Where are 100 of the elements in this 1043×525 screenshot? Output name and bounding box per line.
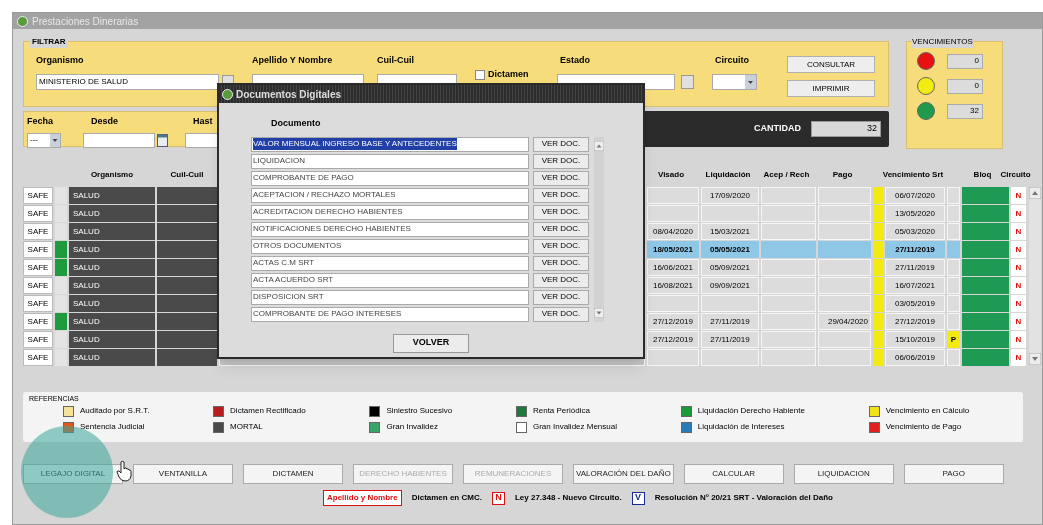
desde-field[interactable]	[83, 132, 155, 148]
document-field[interactable]: ACTA ACUERDO SRT	[251, 272, 529, 288]
document-field[interactable]: OTROS DOCUMENTOS	[251, 238, 529, 254]
document-field[interactable]: ACREDITACION DERECHO HABIENTES	[251, 204, 529, 220]
table-cell: 16/08/2021	[647, 277, 699, 294]
scroll-down-icon[interactable]	[594, 307, 604, 318]
table-cell: SAFE	[23, 349, 53, 366]
filter-action-button[interactable]: IMPRIMIR	[787, 80, 875, 97]
reference-label: Renta Periódica	[532, 405, 590, 417]
reference-label: Gran Invalidez Mensual	[532, 421, 617, 433]
table-cell	[947, 295, 960, 312]
table-cell	[701, 205, 759, 222]
reference-label: MORTAL	[230, 421, 263, 433]
table-cell	[947, 205, 960, 222]
table-cell: SALUD	[69, 241, 155, 258]
estado-label: Estado	[560, 54, 590, 67]
view-document-button[interactable]: VER DOC.	[533, 255, 589, 271]
view-document-button[interactable]: VER DOC.	[533, 204, 589, 220]
table-cell	[761, 259, 816, 276]
table-cell	[818, 331, 871, 348]
table-cell: 17/09/2020	[701, 187, 759, 204]
column-header: Bloq	[973, 169, 992, 181]
dictamen-label: Dictamen	[488, 68, 529, 81]
view-document-button[interactable]: VER DOC.	[533, 153, 589, 169]
organismo-field[interactable]: MINISTERIO DE SALUD	[36, 73, 219, 90]
document-field[interactable]: NOTIFICACIONES DERECHO HABIENTES	[251, 221, 529, 237]
table-cell: 27/12/2019	[647, 313, 699, 330]
calculation-strip	[873, 205, 883, 222]
table-cell: 27/12/2019	[647, 331, 699, 348]
table-cell: SALUD	[69, 349, 155, 366]
fecha-dropdown[interactable]: ---	[27, 132, 61, 148]
view-document-button[interactable]: VER DOC.	[533, 306, 589, 322]
volver-button[interactable]: VOLVER	[393, 333, 469, 353]
column-header: Cuil-Cuil	[170, 169, 204, 181]
table-cell	[157, 295, 217, 312]
status-block	[962, 313, 1009, 330]
document-field[interactable]: VALOR MENSUAL INGRESO BASE Y ANTECEDENTES	[251, 136, 529, 152]
legend-text: Dictamen en CMC.	[411, 492, 482, 504]
action-button[interactable]: LIQUIDACION	[793, 464, 894, 484]
circuito-dropdown[interactable]	[712, 73, 757, 90]
view-document-button[interactable]: VER DOC.	[533, 272, 589, 288]
document-field[interactable]: DISPOSICION SRT	[251, 289, 529, 305]
scroll-down-icon[interactable]	[1029, 353, 1041, 365]
estado-lookup-button[interactable]	[681, 74, 694, 89]
status-block	[962, 277, 1009, 294]
calculation-strip	[873, 313, 883, 330]
table-cell: SALUD	[69, 313, 155, 330]
table-cell: SALUD	[69, 331, 155, 348]
document-field[interactable]: COMPROBANTE DE PAGO INTERESES	[251, 306, 529, 322]
view-document-button[interactable]: VER DOC.	[533, 187, 589, 203]
scroll-up-icon[interactable]	[594, 140, 604, 151]
reference-label: Liquidación Derecho Habiente	[697, 405, 805, 417]
legend-text: Resolución N° 20/21 SRT - Valoración del Daño	[654, 492, 833, 504]
calendar-icon[interactable]	[157, 133, 168, 147]
table-cell	[157, 331, 217, 348]
count-field: 0	[947, 53, 983, 69]
dialog-scrollbar[interactable]	[594, 136, 604, 322]
filter-legend: FILTRAR	[30, 36, 68, 48]
table-cell	[947, 313, 960, 330]
table-cell	[947, 259, 960, 276]
action-button[interactable]: DICTAMEN	[243, 464, 343, 484]
document-field[interactable]: ACEPTACION / RECHAZO MORTALES	[251, 187, 529, 203]
status-block	[962, 223, 1009, 240]
reference-label: Gran Invalidez	[386, 421, 438, 433]
table-cell: 27/11/2019	[885, 259, 945, 276]
document-field[interactable]: COMPROBANTE DE PAGO	[251, 170, 529, 186]
table-cell: 03/05/2019	[885, 295, 945, 312]
view-document-button[interactable]: VER DOC.	[533, 238, 589, 254]
document-field[interactable]: ACTAS C.M SRT	[251, 255, 529, 271]
window-title: Prestaciones Dinerarias	[32, 14, 139, 29]
table-cell: SALUD	[69, 205, 155, 222]
table-cell: 09/09/2021	[701, 277, 759, 294]
view-document-button[interactable]: VER DOC.	[533, 170, 589, 186]
table-cell	[947, 277, 960, 294]
app-icon	[222, 88, 233, 100]
column-header: Pago	[832, 169, 853, 181]
table-cell: N	[1011, 349, 1026, 366]
table-cell: N	[1011, 205, 1026, 222]
scrollbar[interactable]	[1029, 187, 1041, 365]
view-document-button[interactable]: VER DOC.	[533, 221, 589, 237]
table-cell: 13/05/2020	[885, 205, 945, 222]
view-document-button[interactable]: VER DOC.	[533, 289, 589, 305]
filter-action-button[interactable]: CONSULTAR	[787, 56, 875, 73]
organismo-label: Organismo	[36, 54, 84, 67]
dictamen-checkbox[interactable]	[475, 69, 485, 80]
table-cell	[818, 223, 871, 240]
view-document-button[interactable]: VER DOC.	[533, 136, 589, 152]
action-button[interactable]: CALCULAR	[683, 464, 784, 484]
action-button[interactable]: VENTANILLA	[133, 464, 233, 484]
reference-label: Vencimiento de Pago	[885, 421, 962, 433]
table-cell	[761, 187, 816, 204]
table-cell: SAFE	[23, 187, 53, 204]
action-button[interactable]: VALORACIÓN DEL DAÑO	[573, 464, 674, 484]
legend-letter: N	[491, 491, 505, 505]
table-cell: 06/06/2019	[885, 349, 945, 366]
action-button[interactable]: PAGO	[903, 464, 1004, 484]
table-cell: SAFE	[23, 205, 53, 222]
scroll-up-icon[interactable]	[1029, 187, 1041, 199]
document-field[interactable]: LIQUIDACION	[251, 153, 529, 169]
table-cell: SALUD	[69, 277, 155, 294]
